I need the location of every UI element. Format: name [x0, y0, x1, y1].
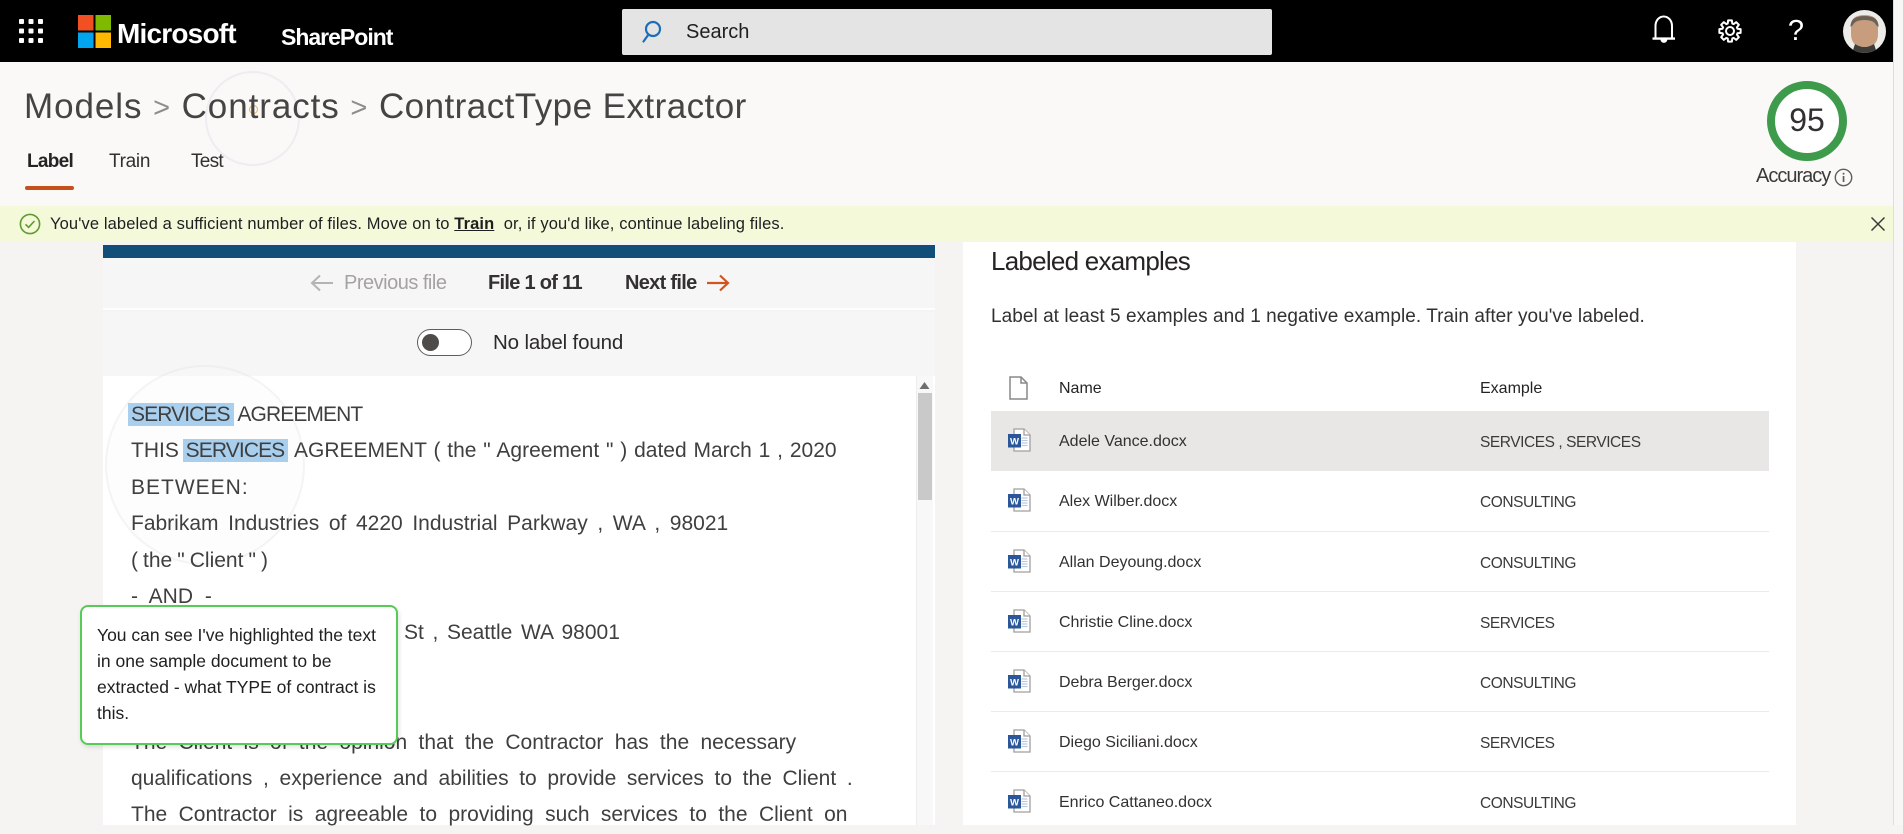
- svg-text:W: W: [1010, 677, 1019, 688]
- svg-text:W: W: [1010, 737, 1019, 748]
- svg-text:W: W: [1010, 496, 1019, 507]
- svg-text:?: ?: [1788, 15, 1804, 47]
- svg-text:W: W: [1010, 557, 1019, 568]
- svg-text:W: W: [1010, 617, 1019, 628]
- svg-text:W: W: [1010, 797, 1019, 808]
- svg-text:W: W: [1010, 436, 1019, 447]
